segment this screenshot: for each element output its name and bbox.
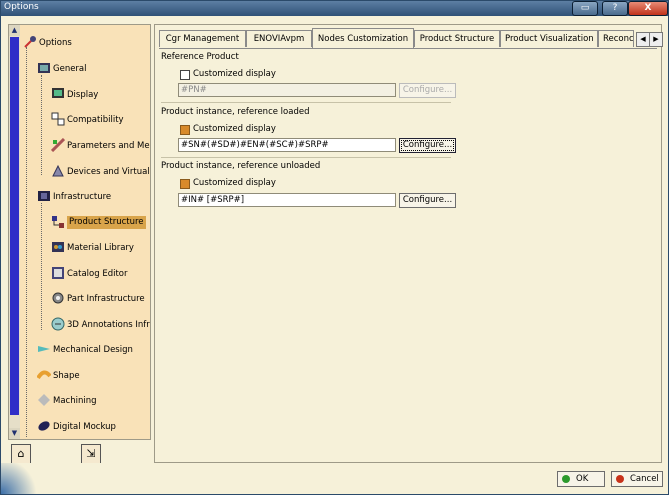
annotations-icon [51, 317, 65, 331]
section-title-instance-loaded: Product instance, reference loaded [161, 107, 310, 117]
section-title-reference-product: Reference Product [161, 52, 239, 62]
material-library-icon [51, 240, 65, 254]
shape-icon [36, 368, 52, 382]
tab-scroll-right-icon[interactable]: ▶ [649, 32, 663, 47]
mechanical-design-icon [37, 342, 51, 356]
tab-reconcile[interactable]: Reconc [598, 30, 634, 47]
general-icon [37, 61, 51, 75]
machining-icon [37, 393, 51, 407]
tree-line [41, 75, 42, 175]
options-tree: ▲ ▼ Options General Display Compatibilit… [8, 24, 151, 440]
options-icon [23, 35, 37, 49]
tab-nodes-customization[interactable]: Nodes Customization [312, 28, 414, 48]
close-button[interactable]: X [628, 1, 668, 16]
collapse-tree-icon[interactable]: ⌂ [11, 444, 31, 464]
devices-icon [51, 164, 65, 178]
settings-panel: Cgr Management ENOVIAvpm Nodes Customiza… [154, 24, 663, 463]
tab-product-visualization[interactable]: Product Visualization [500, 30, 598, 47]
configure-button-reference[interactable]: Configure... [399, 83, 456, 98]
configure-button-loaded[interactable]: Configure... [399, 138, 456, 153]
checkbox-label: Customized display [193, 124, 276, 134]
restore-button[interactable]: ▭ [572, 1, 598, 16]
tab-cgr-management[interactable]: Cgr Management [159, 30, 246, 47]
configure-button-unloaded[interactable]: Configure... [399, 193, 456, 208]
product-structure-icon [51, 215, 65, 229]
part-infrastructure-icon [51, 291, 65, 305]
dialog-footer: OK Cancel [1, 463, 668, 494]
checkbox-reference-customized[interactable] [180, 70, 190, 80]
checkbox-loaded-customized[interactable] [180, 125, 190, 135]
expand-tree-icon[interactable]: ⇲ [81, 444, 101, 464]
scroll-down-icon[interactable]: ▼ [9, 428, 20, 439]
reference-format-field[interactable]: #PN# [178, 83, 396, 97]
digital-mockup-icon [37, 419, 51, 433]
window-title: Options [4, 2, 39, 12]
scroll-thumb[interactable] [10, 37, 19, 415]
cancel-icon [616, 475, 624, 483]
scroll-up-icon[interactable]: ▲ [9, 25, 20, 36]
parameters-icon [50, 137, 66, 153]
title-bar: Options ▭ ? X [1, 1, 668, 16]
divider [161, 157, 451, 158]
corner-decoration [1, 463, 41, 494]
cancel-button[interactable]: Cancel [611, 471, 663, 487]
divider [161, 102, 451, 103]
tree-line [41, 203, 42, 330]
options-dialog: Options ▭ ? X ▲ ▼ Options General Displa… [0, 0, 669, 495]
catalog-editor-icon [51, 266, 65, 280]
tab-bar: Cgr Management ENOVIAvpm Nodes Customiza… [159, 28, 663, 48]
section-title-instance-unloaded: Product instance, reference unloaded [161, 161, 321, 171]
tab-enoviavpm[interactable]: ENOVIAvpm [246, 30, 312, 47]
tree-line [26, 47, 27, 437]
tab-product-structure[interactable]: Product Structure [414, 30, 500, 47]
ok-button[interactable]: OK [557, 471, 605, 487]
help-button[interactable]: ? [602, 1, 628, 16]
tree-scrollbar[interactable]: ▲ ▼ [9, 25, 20, 439]
unloaded-format-field[interactable]: #IN# [#SRP#] [178, 193, 396, 207]
checkbox-label: Customized display [193, 178, 276, 188]
checkbox-unloaded-customized[interactable] [180, 179, 190, 189]
loaded-format-field[interactable]: #SN#(#SD#)#EN#(#SC#)#SRP# [178, 138, 396, 152]
tab-scroll-left-icon[interactable]: ◀ [636, 32, 650, 47]
checkbox-label: Customized display [193, 69, 276, 79]
nodes-customization-page: Reference Product Customized display #PN… [159, 48, 657, 461]
infrastructure-icon [37, 189, 51, 203]
display-icon [51, 87, 65, 101]
ok-icon [562, 475, 570, 483]
compatibility-icon [51, 112, 65, 126]
